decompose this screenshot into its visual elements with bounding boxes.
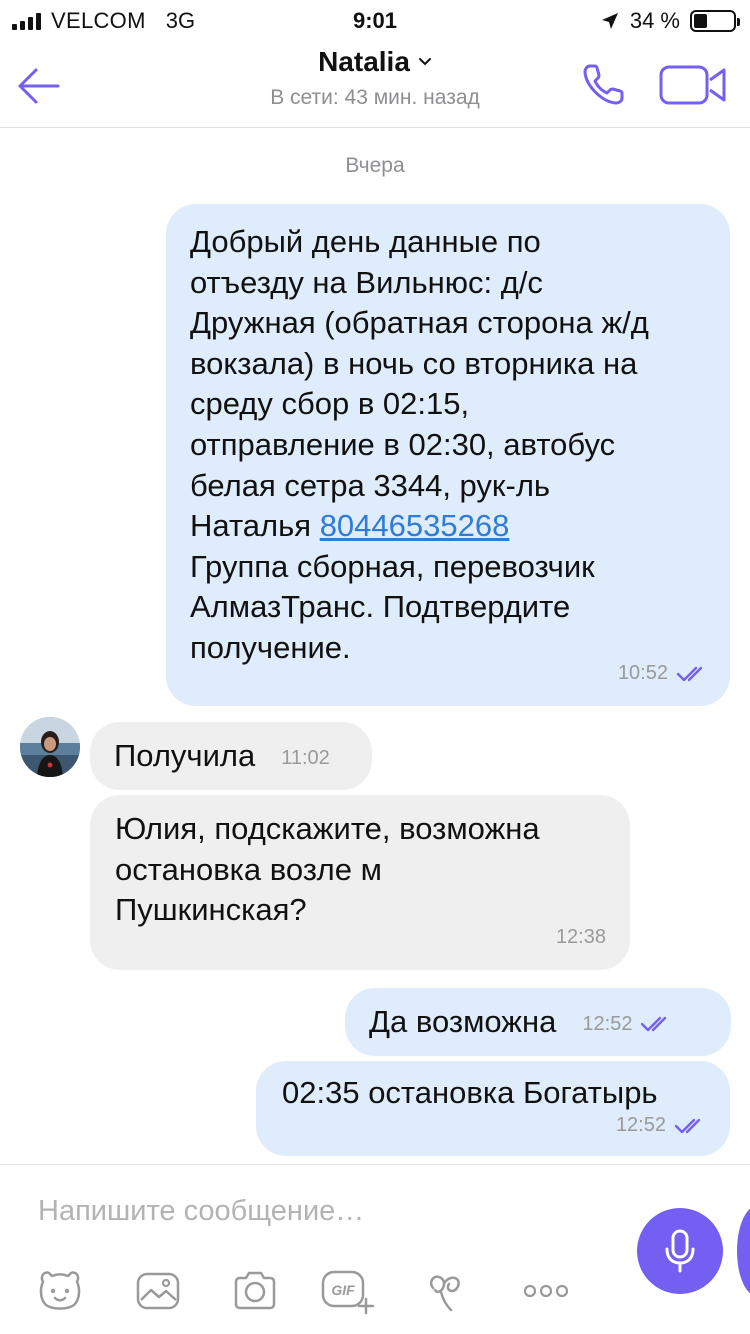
battery-icon bbox=[690, 10, 740, 32]
doodle-button[interactable] bbox=[420, 1263, 476, 1319]
message-bubble-incoming[interactable]: Получила 11:02 bbox=[90, 722, 372, 790]
battery-percent: 34 % bbox=[629, 8, 680, 33]
message-bubble-outgoing[interactable]: Добрый день данные по отъезду на Вильнюс… bbox=[166, 204, 730, 706]
contact-name-row[interactable]: Natalia bbox=[318, 46, 432, 78]
more-options-button[interactable] bbox=[518, 1263, 574, 1319]
doodle-icon bbox=[429, 1275, 460, 1312]
message-bubble-incoming[interactable]: Юлия, подскажите, возможна остановка воз… bbox=[90, 795, 630, 970]
composer-toolbar: GIF bbox=[0, 1263, 620, 1319]
message-text: Юлия, подскажите, возможна остановка воз… bbox=[115, 811, 540, 928]
video-camera-icon bbox=[659, 65, 726, 105]
voice-call-button[interactable] bbox=[580, 60, 628, 108]
message-text: Да возможна bbox=[369, 1003, 557, 1039]
chevron-down-icon bbox=[418, 58, 431, 66]
voice-message-button[interactable] bbox=[637, 1208, 723, 1294]
message-time: 12:38 bbox=[555, 926, 606, 949]
read-ticks-icon bbox=[641, 1016, 667, 1032]
partial-action-button[interactable] bbox=[737, 1206, 750, 1296]
sticker-button[interactable] bbox=[32, 1263, 88, 1319]
message-time: 12:52 bbox=[615, 1114, 666, 1137]
composer: GIF bbox=[0, 1164, 750, 1334]
message-time: 12:52 bbox=[582, 1012, 633, 1035]
message-meta: 12:52 bbox=[582, 1004, 672, 1045]
more-icon bbox=[523, 1284, 569, 1298]
location-arrow-icon bbox=[601, 13, 618, 29]
svg-text:GIF: GIF bbox=[331, 1282, 355, 1298]
message-meta: 12:52 bbox=[616, 1105, 706, 1146]
message-input[interactable] bbox=[38, 1191, 598, 1231]
camera-icon bbox=[234, 1271, 276, 1310]
microphone-icon bbox=[665, 1229, 695, 1273]
avatar-photo bbox=[20, 717, 80, 777]
phone-icon bbox=[583, 64, 624, 105]
contact-info[interactable]: Natalia В сети: 43 мин. назад bbox=[0, 46, 750, 110]
date-separator: Вчера bbox=[345, 154, 405, 177]
status-right: 34 % bbox=[600, 8, 740, 34]
read-ticks-icon bbox=[676, 666, 703, 681]
message-text-part: Группа сборная, перевозчик АлмазТранс. П… bbox=[190, 548, 595, 665]
chat-header: Natalia В сети: 43 мин. назад bbox=[0, 40, 750, 128]
sticker-icon bbox=[39, 1271, 81, 1310]
read-ticks-icon bbox=[674, 1118, 701, 1133]
video-call-button[interactable] bbox=[658, 62, 728, 108]
gallery-button[interactable] bbox=[130, 1263, 186, 1319]
message-time: 11:02 bbox=[281, 746, 330, 769]
message-bubble-outgoing[interactable]: 02:35 остановка Богатырь 12:52 bbox=[256, 1061, 730, 1156]
status-bar: VELCOM 3G 9:01 34 % bbox=[0, 0, 750, 40]
gif-button[interactable]: GIF bbox=[320, 1263, 376, 1319]
contact-name: Natalia bbox=[318, 46, 410, 77]
message-text-part: Добрый день данные по отъезду на Вильнюс… bbox=[190, 224, 649, 544]
contact-avatar[interactable] bbox=[20, 717, 80, 777]
gallery-icon bbox=[136, 1272, 180, 1310]
camera-button[interactable] bbox=[227, 1263, 283, 1319]
gif-icon: GIF bbox=[321, 1270, 375, 1315]
contact-status: В сети: 43 мин. назад bbox=[270, 86, 480, 109]
phone-link[interactable]: 80446535268 bbox=[320, 508, 510, 543]
message-meta: 10:52 bbox=[618, 653, 708, 694]
message-bubble-outgoing[interactable]: Да возможна 12:52 bbox=[345, 988, 731, 1056]
message-text: Добрый день данные по отъезду на Вильнюс… bbox=[190, 222, 708, 669]
message-text: Получила bbox=[114, 737, 256, 773]
message-time: 10:52 bbox=[617, 662, 668, 685]
